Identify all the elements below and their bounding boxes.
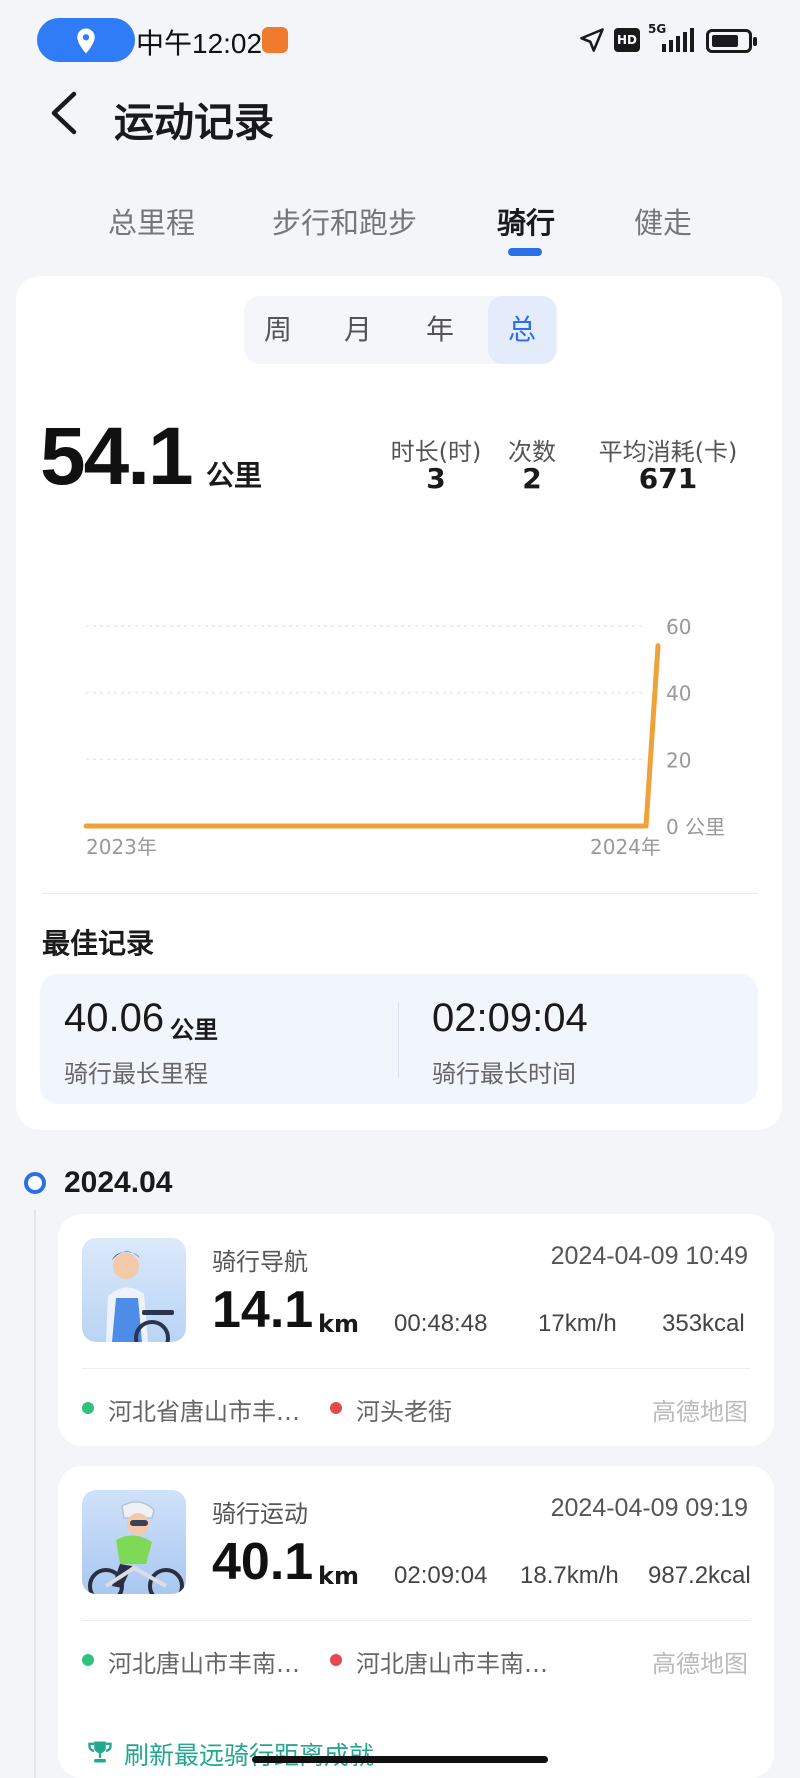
start-location: 河北省唐山市丰…	[108, 1398, 300, 1426]
tab-cycling[interactable]: 骑行	[497, 200, 555, 242]
cyclist-avatar-icon	[82, 1238, 186, 1342]
achievement-text[interactable]: 刷新最远骑行距离成就	[124, 1736, 374, 1772]
battery-level	[712, 35, 738, 47]
home-indicator[interactable]	[252, 1756, 548, 1763]
activity-divider	[82, 1368, 750, 1369]
active-tab-indicator	[508, 248, 542, 256]
stat-count-value: 2	[522, 462, 542, 495]
section-divider	[42, 893, 758, 894]
tab-walk-run[interactable]: 步行和跑步	[272, 200, 417, 242]
activity-distance: 40.1	[212, 1533, 314, 1591]
hd-badge: HD	[614, 28, 640, 52]
activity-card[interactable]: 骑行运动 2024-04-09 09:19 40.1 km 02:09:04 1…	[58, 1466, 774, 1778]
signal-icon	[662, 28, 694, 52]
trophy-icon	[88, 1741, 112, 1763]
cyclist-avatar-icon	[82, 1490, 186, 1594]
y-tick-label: 20	[666, 748, 691, 772]
end-location-dot-icon	[330, 1654, 342, 1666]
page-title: 运动记录	[114, 100, 274, 146]
activity-thumbnail	[82, 1490, 186, 1594]
activity-datetime: 2024-04-09 09:19	[550, 1494, 748, 1522]
activity-type: 骑行运动	[212, 1500, 308, 1528]
activity-distance: 14.1	[212, 1281, 314, 1339]
longest-time-label: 骑行最长时间	[432, 1060, 576, 1088]
activity-card[interactable]: 骑行导航 2024-04-09 10:49 14.1 km 00:48:48 1…	[58, 1214, 774, 1446]
best-records-box: 40.06 公里 骑行最长里程 02:09:04 骑行最长时间	[40, 974, 758, 1104]
activity-duration: 02:09:04	[394, 1562, 488, 1589]
y-tick-label: 60	[666, 615, 691, 639]
activity-calories: 353kcal	[662, 1310, 745, 1337]
activity-distance-unit: km	[318, 1310, 359, 1338]
activity-calories: 987.2kcal	[648, 1562, 751, 1589]
status-time: 中午12:02	[136, 28, 263, 59]
longest-time-value: 02:09:04	[432, 996, 588, 1040]
start-location: 河北唐山市丰南…	[108, 1650, 300, 1678]
location-indicator[interactable]	[37, 18, 135, 62]
longest-distance-value: 40.06	[64, 996, 165, 1040]
timeline-line	[34, 1210, 36, 1778]
activity-duration: 00:48:48	[394, 1310, 488, 1337]
tab-total-distance[interactable]: 总里程	[108, 200, 195, 242]
period-month[interactable]: 月	[324, 296, 392, 364]
map-source[interactable]: 高德地图	[652, 1644, 748, 1679]
start-location-dot-icon	[82, 1654, 94, 1666]
activity-distance-unit: km	[318, 1562, 359, 1590]
app-notification-icon	[262, 27, 288, 53]
longest-distance-label: 骑行最长里程	[64, 1060, 208, 1088]
back-button[interactable]	[44, 88, 84, 138]
best-records-title: 最佳记录	[42, 927, 155, 960]
stat-avg-calories-value: 671	[638, 462, 698, 495]
navigation-arrow-icon	[580, 28, 604, 52]
timeline-dot	[24, 1172, 46, 1194]
period-all[interactable]: 总	[488, 296, 556, 364]
activity-speed: 18.7km/h	[520, 1562, 619, 1589]
location-pin-icon	[77, 28, 95, 54]
best-records-separator	[398, 1002, 399, 1078]
period-week[interactable]: 周	[244, 296, 312, 364]
chart-series-line	[83, 643, 661, 829]
distance-line-chart: 60 40 20 0 公里 2023年 2024年	[83, 615, 725, 859]
activity-divider	[82, 1620, 750, 1621]
end-location: 河北唐山市丰南…	[356, 1650, 548, 1678]
period-year[interactable]: 年	[406, 296, 474, 364]
timeline-month: 2024.04	[64, 1166, 173, 1199]
y-tick-label: 40	[666, 682, 691, 706]
status-bar: 中午12:02 HD 5G	[0, 0, 800, 80]
total-distance-value: 54.1	[40, 411, 194, 502]
period-selector: 周 月 年 总	[244, 296, 558, 364]
tab-fitness-walk[interactable]: 健走	[634, 200, 692, 242]
end-location: 河头老街	[356, 1398, 452, 1426]
y-tick-label: 0 公里	[666, 815, 725, 839]
total-distance-unit: 公里	[206, 459, 263, 492]
activity-datetime: 2024-04-09 10:49	[550, 1242, 748, 1270]
activity-type: 骑行导航	[212, 1248, 308, 1276]
activity-speed: 17km/h	[538, 1310, 617, 1337]
x-tick-label: 2023年	[86, 835, 157, 859]
stat-duration-value: 3	[426, 462, 446, 495]
activity-thumbnail	[82, 1238, 186, 1342]
start-location-dot-icon	[82, 1402, 94, 1414]
longest-distance-unit: 公里	[170, 1016, 218, 1044]
x-tick-label: 2024年	[590, 835, 661, 859]
end-location-dot-icon	[330, 1402, 342, 1414]
map-source[interactable]: 高德地图	[652, 1392, 748, 1427]
battery-icon	[706, 29, 757, 53]
